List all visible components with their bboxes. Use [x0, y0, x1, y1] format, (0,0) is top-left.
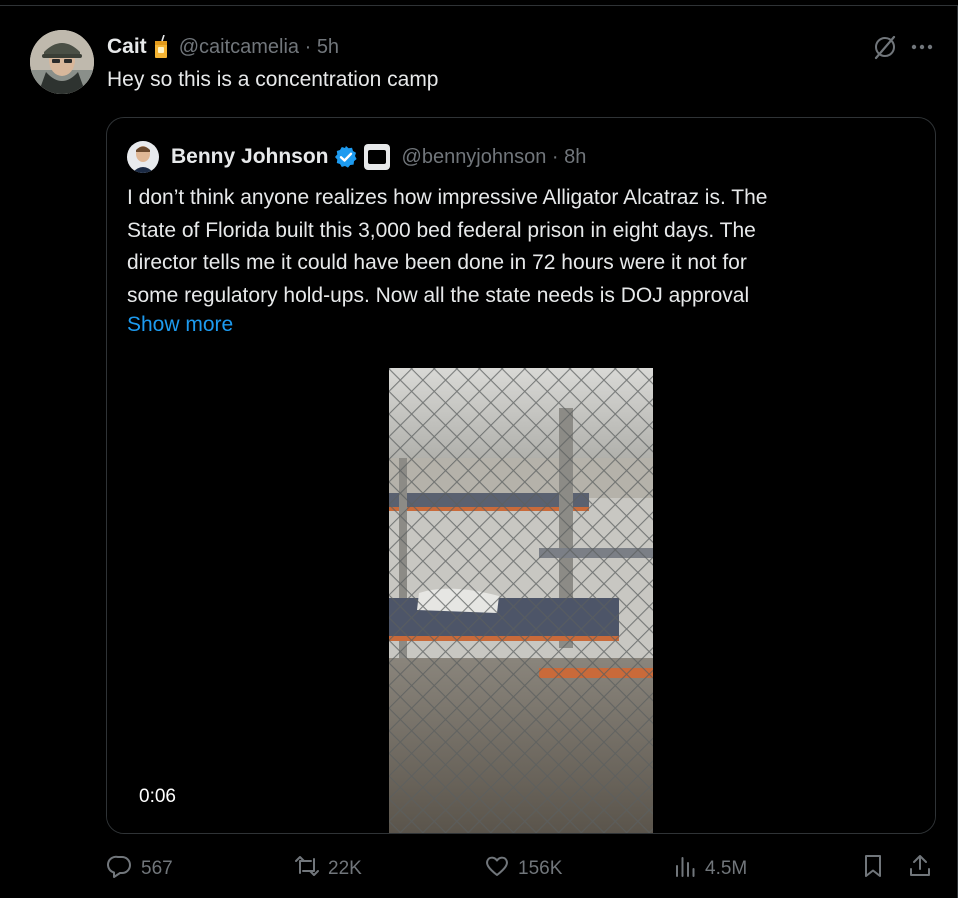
bookmark-button[interactable] — [861, 852, 885, 886]
quoted-post-time[interactable]: 8h — [564, 146, 586, 168]
video-thumbnail[interactable] — [389, 368, 653, 833]
affiliate-badge-icon[interactable] — [363, 144, 390, 170]
video-player[interactable]: 0:06 — [107, 368, 935, 833]
juice-box-icon — [153, 35, 169, 59]
repost-count: 22K — [328, 858, 362, 879]
more-options-icon[interactable] — [910, 35, 934, 64]
video-timestamp: 0:06 — [139, 786, 176, 807]
quoted-text-line: director tells me it could have been don… — [127, 251, 747, 274]
quoted-post-text: I don’t think anyone realizes how impres… — [127, 182, 917, 312]
views-count: 4.5M — [705, 858, 748, 879]
quoted-author-name[interactable]: Benny Johnson — [171, 145, 329, 169]
reply-count: 567 — [141, 858, 173, 879]
quoted-author-handle[interactable]: @bennyjohnson · 8h — [402, 146, 587, 169]
quoted-text-line: State of Florida built this 3,000 bed fe… — [127, 218, 756, 242]
post-text: Hey so this is a concentration camp — [107, 68, 439, 91]
verified-badge-icon — [334, 145, 358, 169]
author-name[interactable]: Cait — [107, 35, 147, 59]
grok-icon[interactable] — [872, 34, 898, 65]
avatar[interactable] — [30, 30, 94, 94]
repost-button[interactable]: 22K — [294, 852, 362, 886]
post-time[interactable]: 5h — [317, 36, 339, 58]
reply-icon — [107, 854, 133, 884]
post-header: Cait @caitcamelia · 5h — [107, 33, 339, 61]
views-button[interactable]: 4.5M — [673, 852, 747, 886]
views-icon — [673, 854, 697, 884]
share-icon — [907, 853, 933, 885]
post-container: Cait @caitcamelia · 5h Hey so this is a … — [0, 0, 958, 898]
quoted-avatar[interactable] — [127, 141, 159, 173]
quoted-text-line: some regulatory hold-ups. Now all the st… — [127, 283, 750, 307]
divider — [0, 5, 958, 6]
post-top-actions — [872, 34, 934, 65]
like-button[interactable]: 156K — [484, 852, 562, 886]
reply-button[interactable]: 567 — [107, 852, 173, 886]
action-bar: 567 22K 156K 4.5M — [107, 852, 937, 886]
heart-icon — [484, 854, 510, 884]
like-count: 156K — [518, 858, 563, 879]
repost-icon — [294, 854, 320, 884]
show-more-link[interactable]: Show more — [127, 313, 233, 337]
quoted-post-header: Benny Johnson @bennyjohnson · 8h — [127, 141, 587, 173]
bookmark-icon — [861, 853, 885, 885]
quoted-text-line: I don’t think anyone realizes how impres… — [127, 186, 768, 209]
share-button[interactable] — [907, 852, 933, 886]
author-handle[interactable]: @caitcamelia · 5h — [179, 36, 339, 59]
quoted-post[interactable]: Benny Johnson @bennyjohnson · 8h I don’t… — [106, 117, 936, 834]
